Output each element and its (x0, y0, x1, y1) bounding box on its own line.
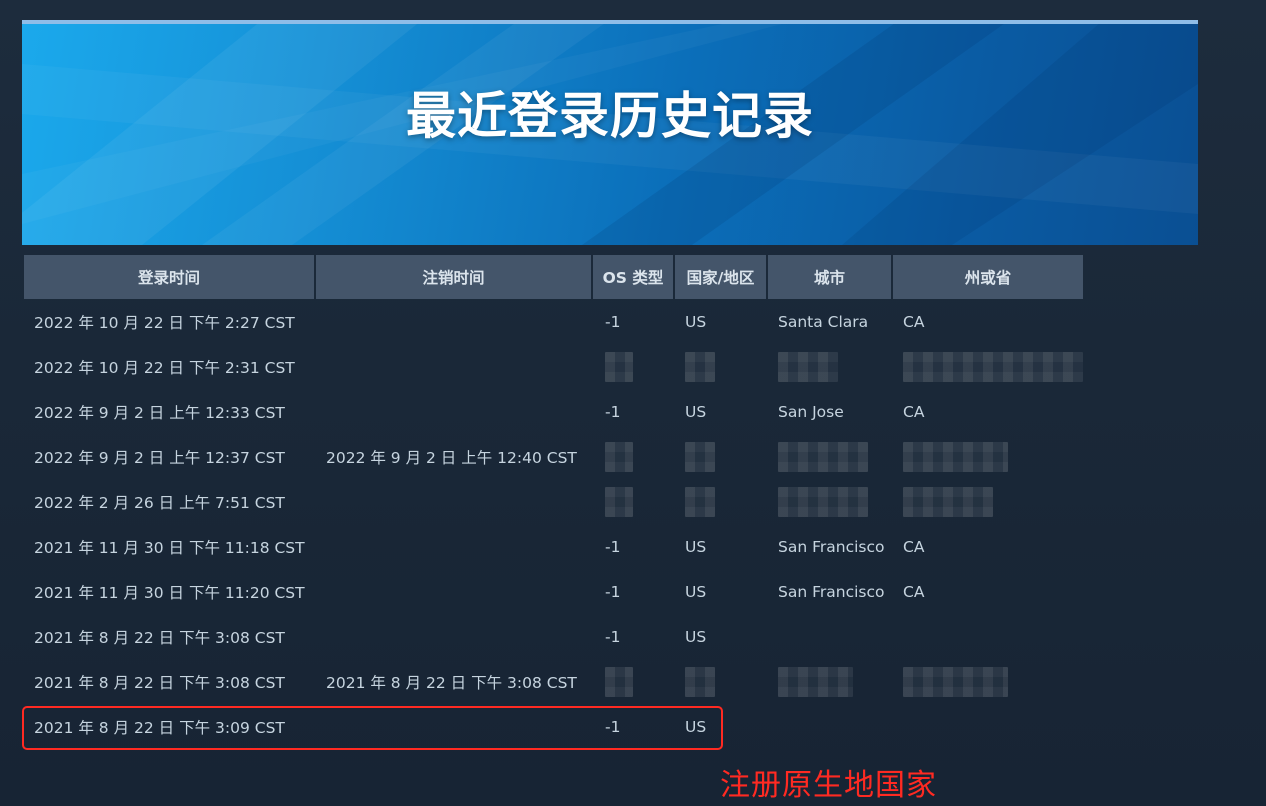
city-cell (768, 659, 891, 704)
page-title: 最近登录历史记录 (406, 87, 814, 145)
os-type-cell: -1 (605, 402, 621, 421)
redacted-block (605, 441, 633, 472)
redacted-block (903, 351, 1083, 382)
redacted-block (605, 666, 633, 697)
state-cell (893, 614, 1083, 659)
table-row: 2022 年 9 月 2 日 上午 12:33 CST -1 US San Jo… (24, 389, 1083, 434)
logout-time-cell: 2022 年 9 月 2 日 上午 12:40 CST (326, 448, 577, 467)
city-cell (768, 434, 891, 479)
redacted-block (605, 351, 633, 382)
country-cell (675, 434, 766, 479)
city-cell (768, 614, 891, 659)
logout-time-cell (316, 344, 591, 389)
state-cell: CA (903, 312, 925, 331)
logout-time-cell (316, 569, 591, 614)
os-type-cell (593, 479, 673, 524)
country-cell: US (685, 537, 707, 556)
column-header-state: 州或省 (893, 255, 1083, 299)
login-time-cell: 2021 年 8 月 22 日 下午 3:08 CST (34, 673, 285, 692)
country-cell: US (685, 402, 707, 421)
os-type-cell (593, 434, 673, 479)
redacted-block (903, 486, 993, 517)
state-cell (893, 479, 1083, 524)
logout-time-cell (316, 479, 591, 524)
login-time-cell: 2022 年 9 月 2 日 上午 12:33 CST (34, 403, 285, 422)
country-cell: US (685, 627, 707, 646)
column-header-login-time: 登录时间 (24, 255, 314, 299)
logout-time-cell (316, 389, 591, 434)
login-time-cell: 2022 年 9 月 2 日 上午 12:37 CST (34, 448, 285, 467)
column-header-os-type: OS 类型 (593, 255, 673, 299)
login-time-cell: 2021 年 11 月 30 日 下午 11:20 CST (34, 583, 305, 602)
redacted-block (778, 441, 868, 472)
logout-time-cell: 2021 年 8 月 22 日 下午 3:08 CST (326, 673, 577, 692)
login-time-cell: 2022 年 2 月 26 日 上午 7:51 CST (34, 493, 285, 512)
state-cell: CA (903, 537, 925, 556)
country-cell (675, 479, 766, 524)
country-cell (675, 344, 766, 389)
table-row: 2022 年 10 月 22 日 下午 2:27 CST -1 US Santa… (24, 299, 1083, 344)
highlight-box (22, 706, 723, 750)
os-type-cell: -1 (605, 582, 621, 601)
state-cell: CA (903, 402, 925, 421)
city-cell (768, 479, 891, 524)
table-row: 2022 年 2 月 26 日 上午 7:51 CST (24, 479, 1083, 524)
table-row: 2021 年 11 月 30 日 下午 11:20 CST -1 US San … (24, 569, 1083, 614)
state-cell (893, 344, 1083, 389)
column-header-logout-time: 注销时间 (316, 255, 591, 299)
country-cell (675, 659, 766, 704)
table-row: 2022 年 10 月 22 日 下午 2:31 CST (24, 344, 1083, 389)
city-cell (768, 704, 891, 749)
state-cell: CA (903, 582, 925, 601)
city-cell: San Francisco (778, 582, 885, 601)
redacted-block (685, 441, 715, 472)
banner: 最近登录历史记录 (22, 20, 1198, 245)
table-row: 2021 年 8 月 22 日 下午 3:08 CST 2021 年 8 月 2… (24, 659, 1083, 704)
redacted-block (903, 666, 1008, 697)
column-header-country: 国家/地区 (675, 255, 766, 299)
redacted-block (685, 666, 715, 697)
table-row: 2021 年 8 月 22 日 下午 3:08 CST -1 US (24, 614, 1083, 659)
os-type-cell (593, 344, 673, 389)
city-cell: San Jose (778, 402, 844, 421)
logout-time-cell (316, 614, 591, 659)
login-time-cell: 2021 年 8 月 22 日 下午 3:08 CST (34, 628, 285, 647)
city-cell (768, 344, 891, 389)
table-row: 2021 年 11 月 30 日 下午 11:18 CST -1 US San … (24, 524, 1083, 569)
table-row: 2022 年 9 月 2 日 上午 12:37 CST 2022 年 9 月 2… (24, 434, 1083, 479)
redacted-block (778, 486, 868, 517)
redacted-block (605, 486, 633, 517)
state-cell (893, 704, 1083, 749)
login-time-cell: 2021 年 11 月 30 日 下午 11:18 CST (34, 538, 305, 557)
os-type-cell: -1 (605, 312, 621, 331)
redacted-block (903, 441, 1008, 472)
login-time-cell: 2022 年 10 月 22 日 下午 2:27 CST (34, 313, 295, 332)
logout-time-cell (316, 524, 591, 569)
redacted-block (685, 486, 715, 517)
annotation-label: 注册原生地国家 (720, 768, 937, 803)
city-cell: Santa Clara (778, 312, 869, 331)
logout-time-cell (316, 299, 591, 344)
column-header-city: 城市 (768, 255, 891, 299)
city-cell: San Francisco (778, 537, 885, 556)
state-cell (893, 434, 1083, 479)
os-type-cell (593, 659, 673, 704)
state-cell (893, 659, 1083, 704)
login-time-cell: 2022 年 10 月 22 日 下午 2:31 CST (34, 358, 295, 377)
table-header-row: 登录时间 注销时间 OS 类型 国家/地区 城市 州或省 (24, 255, 1083, 299)
redacted-block (778, 351, 838, 382)
country-cell: US (685, 312, 707, 331)
country-cell: US (685, 582, 707, 601)
redacted-block (685, 351, 715, 382)
os-type-cell: -1 (605, 537, 621, 556)
os-type-cell: -1 (605, 627, 621, 646)
login-history-table: 登录时间 注销时间 OS 类型 国家/地区 城市 州或省 2022 年 10 月… (22, 255, 1085, 749)
redacted-block (778, 666, 853, 697)
